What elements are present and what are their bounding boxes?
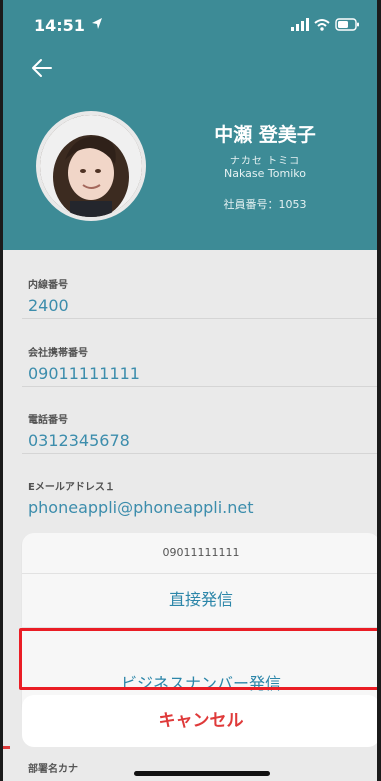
- department-kana-label: 部署名カナ: [28, 764, 78, 775]
- direct-call-button[interactable]: 直接発信: [22, 573, 380, 628]
- signal-icon: [291, 18, 309, 31]
- profile-name: 中瀬 登美子: [214, 124, 316, 146]
- device-frame-right: [377, 0, 381, 781]
- profile-roman-name: Nakase Tomiko: [224, 167, 306, 180]
- highlight-outline: [19, 628, 380, 690]
- action-sheet-title: 09011111111: [22, 533, 380, 574]
- status-icons: [291, 18, 359, 31]
- status-time: 14:51: [34, 16, 85, 35]
- location-arrow-icon: [92, 18, 102, 29]
- device-frame-left: [0, 0, 3, 781]
- home-indicator[interactable]: [134, 771, 270, 776]
- employee-number: 社員番号：1053: [198, 196, 332, 212]
- avatar: [36, 111, 146, 221]
- wifi-icon: [314, 19, 330, 31]
- profile-kana: ナカセ トミコ: [229, 156, 301, 167]
- employee-number-value: 1053: [278, 198, 307, 211]
- battery-icon: [335, 18, 359, 31]
- phone-screen: 14:51 中瀬 登美子 ナカセ トミコ Nakase Tomiko 社員番号：…: [0, 0, 381, 781]
- employee-number-label: 社員番号：: [223, 198, 279, 211]
- status-bar: 14:51: [0, 0, 381, 50]
- cancel-button[interactable]: キャンセル: [22, 695, 380, 747]
- back-arrow-icon[interactable]: [30, 57, 54, 79]
- profile-header: 14:51 中瀬 登美子 ナカセ トミコ Nakase Tomiko 社員番号：…: [0, 0, 381, 250]
